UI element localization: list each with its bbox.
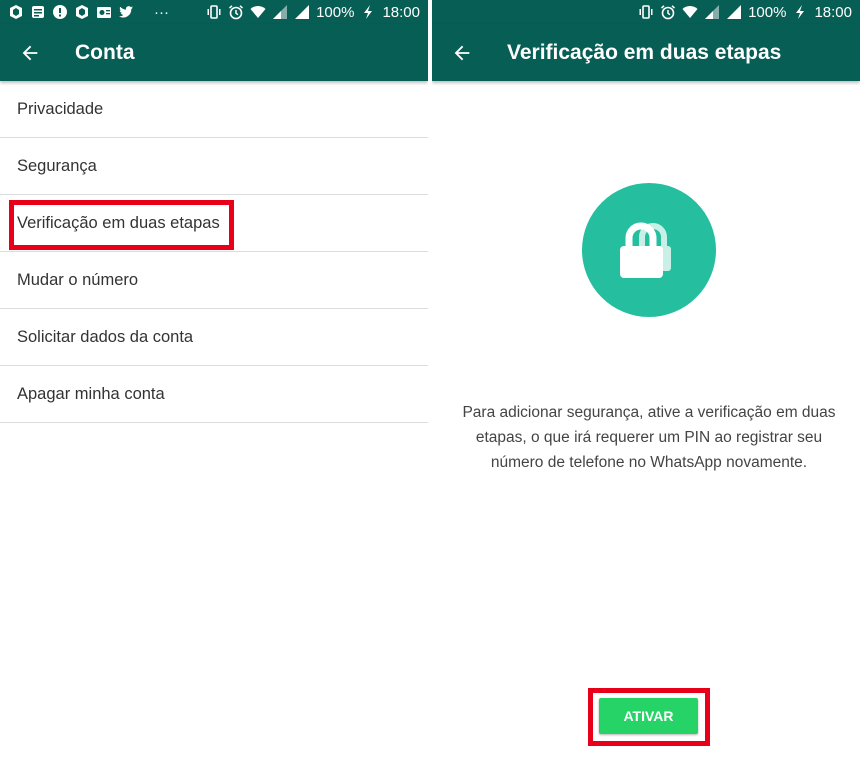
menu-item-request-account-info[interactable]: Solicitar dados da conta [0,309,428,366]
outlook-icon [96,4,112,20]
menu-item-two-step-verification[interactable]: Verificação em duas etapas [0,195,428,252]
vibrate-icon [638,4,654,20]
twitter-icon [118,4,134,20]
battery-percent: 100% [748,3,787,21]
wifi-icon [250,4,266,20]
activate-button[interactable]: ATIVAR [599,698,698,734]
menu-item-label: Verificação em duas etapas [17,213,220,232]
app-bar: Verificação em duas etapas [432,24,860,81]
app-icon [74,4,90,20]
menu-item-security[interactable]: Segurança [0,138,428,195]
two-step-verification-screen: 100% 18:00 Verificação em duas etapas Pa… [432,0,860,761]
arrow-left-icon [22,45,38,60]
account-menu: Privacidade Segurança Verificação em dua… [0,81,428,423]
menu-item-label: Privacidade [17,99,104,118]
battery-percent: 100% [316,3,355,21]
menu-item-label: Segurança [17,156,97,175]
clock: 18:00 [814,3,852,21]
account-screen: ··· 100% 18:00 Conta Privacidade Seguran… [0,0,428,761]
status-bar: ··· 100% 18:00 [0,0,428,24]
charging-icon [792,4,808,20]
back-button[interactable] [432,24,492,81]
clock: 18:00 [382,3,420,21]
page-title: Verificação em duas etapas [507,40,782,64]
menu-item-label: Apagar minha conta [17,384,165,403]
description-text: Para adicionar segurança, ative a verifi… [462,404,836,471]
status-bar: 100% 18:00 [432,0,860,24]
news-icon [30,4,46,20]
alarm-icon [228,4,244,20]
wifi-icon [682,4,698,20]
charging-icon [360,4,376,20]
signal-icon [294,4,310,20]
vibrate-icon [206,4,222,20]
alarm-icon [660,4,676,20]
page-title: Conta [75,40,135,64]
menu-item-delete-account[interactable]: Apagar minha conta [0,366,428,423]
menu-item-privacy[interactable]: Privacidade [0,81,428,138]
back-button[interactable] [0,24,60,81]
app-bar: Conta [0,24,428,81]
signal-icon [726,4,742,20]
menu-item-change-number[interactable]: Mudar o número [0,252,428,309]
arrow-left-icon [454,45,470,60]
lock-illustration [582,183,716,317]
info-icon [52,4,68,20]
lock-icon [620,222,671,278]
signal-icon [272,4,288,20]
menu-item-label: Mudar o número [17,270,139,289]
overflow-dots: ··· [154,3,169,21]
menu-item-label: Solicitar dados da conta [17,327,194,346]
app-icon [8,4,24,20]
signal-icon [704,4,720,20]
